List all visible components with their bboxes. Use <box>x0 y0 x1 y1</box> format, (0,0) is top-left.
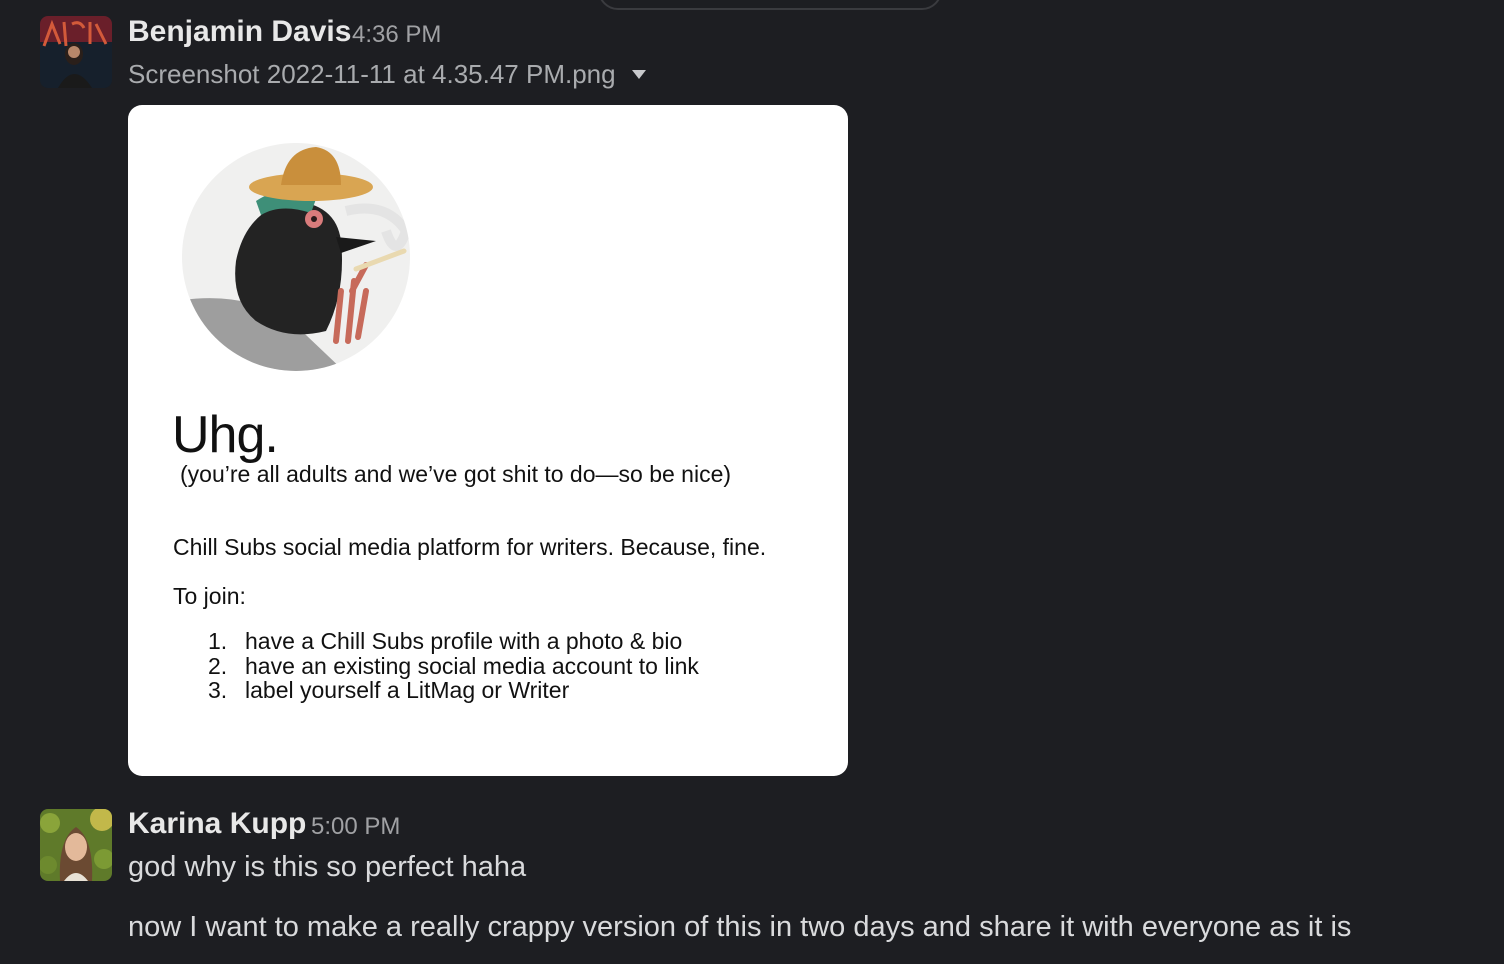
image-intro: Chill Subs social media platform for wri… <box>173 534 767 560</box>
attachment-filename[interactable]: Screenshot 2022-11-11 at 4.35.47 PM.png <box>128 59 646 90</box>
avatar-image <box>40 809 112 881</box>
avatar-benjamin-davis[interactable] <box>40 16 112 88</box>
join-step-number: 2. <box>208 652 228 679</box>
join-step: 1. have a Chill Subs profile with a phot… <box>208 629 699 654</box>
image-subheading: (you’re all adults and we’ve got shit to… <box>180 461 732 487</box>
join-step: 2. have an existing social media account… <box>208 652 699 679</box>
bird-illustration <box>182 143 410 371</box>
join-step-text: have an existing social media account to… <box>245 652 699 679</box>
join-step-text: have a Chill Subs profile with a photo &… <box>245 628 683 654</box>
attachment-filename-text: Screenshot 2022-11-11 at 4.35.47 PM.png <box>128 59 616 89</box>
image-join-label: To join: <box>173 583 246 609</box>
join-step-text: label yourself a LitMag or Writer <box>245 677 570 703</box>
join-step-number: 1. <box>208 628 228 654</box>
join-step: 3. label yourself a LitMag or Writer <box>208 678 699 703</box>
join-steps-list: 1. have a Chill Subs profile with a phot… <box>208 629 699 703</box>
message-text: god why is this so perfect haha <box>128 851 527 883</box>
image-heading: Uhg. <box>172 406 279 464</box>
chevron-down-icon[interactable] <box>631 70 646 79</box>
message-timestamp[interactable]: 4:36 PM <box>352 21 441 49</box>
message-text: now I want to make a really crappy versi… <box>128 911 1352 943</box>
message-timestamp[interactable]: 5:00 PM <box>311 813 400 841</box>
jump-to-recent-pill[interactable] <box>598 0 942 10</box>
avatar-image <box>40 16 112 88</box>
sender-name[interactable]: Benjamin Davis <box>128 15 351 49</box>
avatar-karina-kupp[interactable] <box>40 809 112 881</box>
sender-name[interactable]: Karina Kupp <box>128 807 306 841</box>
attachment-image[interactable]: Uhg. (you’re all adults and we’ve got sh… <box>128 105 848 776</box>
join-step-number: 3. <box>208 677 228 703</box>
